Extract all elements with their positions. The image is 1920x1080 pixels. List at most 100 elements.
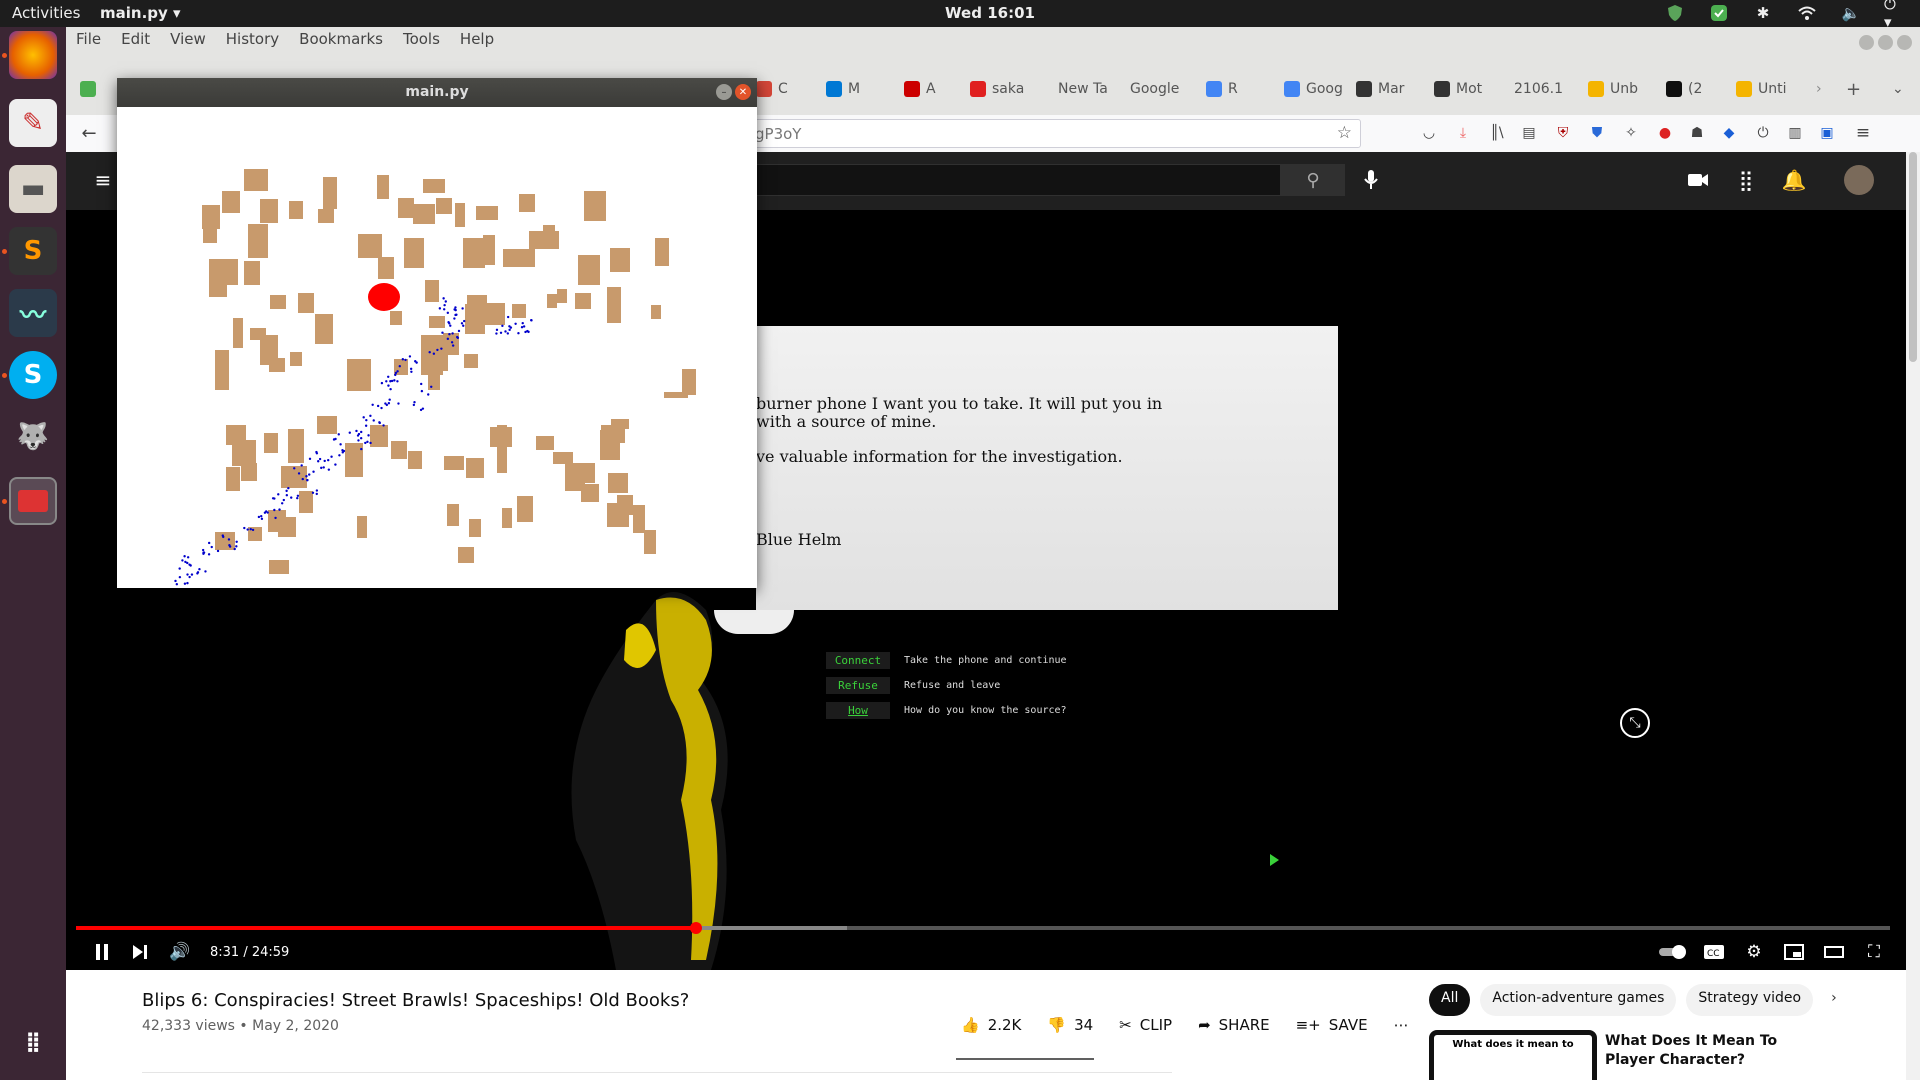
choice-how[interactable]: How How do you know the source?	[826, 700, 1067, 720]
tab[interactable]: R	[1206, 79, 1272, 99]
skype-icon[interactable]: S	[9, 351, 57, 399]
extension-power-icon[interactable]: ⏻	[1752, 122, 1774, 144]
clip-button[interactable]: ✂ CLIP	[1119, 1016, 1172, 1034]
more-actions-icon[interactable]: ⋯	[1394, 1016, 1409, 1034]
volume-icon[interactable]: 🔈	[1840, 3, 1862, 23]
star-icon[interactable]: ☆	[1337, 123, 1352, 143]
tab[interactable]: Unb	[1588, 79, 1654, 99]
tab[interactable]: A	[904, 79, 970, 99]
recommended-video[interactable]: What does it mean to What Does It Mean T…	[1429, 1030, 1909, 1080]
download-icon[interactable]: ⤓	[1452, 122, 1474, 144]
menu-view[interactable]: View	[170, 30, 206, 48]
guide-menu-icon[interactable]: ≡	[90, 167, 116, 193]
extension-box-icon[interactable]: ▣	[1816, 122, 1838, 144]
wifi-icon[interactable]	[1796, 3, 1818, 23]
menu-file[interactable]: File	[76, 30, 101, 48]
pocket-icon[interactable]: ◡	[1418, 122, 1440, 144]
tab[interactable]: C	[756, 79, 822, 99]
save-button[interactable]: ≡+ SAVE	[1296, 1016, 1368, 1034]
tab-scroll-right-icon[interactable]: ›	[1816, 79, 1822, 99]
sidebar-icon[interactable]: ▤	[1518, 122, 1540, 144]
tab[interactable]: (2	[1666, 79, 1732, 99]
firefox-icon[interactable]	[9, 31, 57, 79]
extension-icon[interactable]: ✧	[1620, 122, 1642, 144]
document-viewer-icon[interactable]: ✎	[9, 99, 57, 147]
minimize-button[interactable]: –	[716, 84, 732, 100]
share-button[interactable]: ➦ SHARE	[1198, 1016, 1270, 1034]
captions-icon[interactable]: CC	[1702, 941, 1726, 963]
simulation-canvas[interactable]	[117, 107, 757, 588]
tab[interactable]: Unti	[1736, 79, 1802, 99]
window-title[interactable]: main.py	[117, 78, 757, 107]
menu-bookmarks[interactable]: Bookmarks	[299, 30, 383, 48]
hamburger-menu-icon[interactable]: ≡	[1852, 122, 1874, 144]
activities-button[interactable]: Activities	[12, 4, 80, 22]
chevron-right-icon[interactable]: ›	[1823, 984, 1845, 1016]
microphone-icon[interactable]	[1358, 167, 1384, 193]
extension-bars-icon[interactable]: ▥	[1784, 122, 1806, 144]
fullscreen-icon[interactable]: ⛶	[1862, 941, 1886, 963]
power-icon[interactable]: ⏻ ▾	[1884, 0, 1906, 31]
dislike-button[interactable]: 👎 34	[1047, 1016, 1093, 1034]
chip-all[interactable]: All	[1429, 984, 1471, 1016]
choice-refuse[interactable]: Refuse Refuse and leave	[826, 675, 1067, 695]
tab[interactable]: New Ta	[1058, 79, 1124, 99]
scrollbar-thumb[interactable]	[1909, 152, 1917, 362]
new-tab-icon[interactable]: +	[1846, 79, 1861, 99]
system-monitor-icon[interactable]: 〰	[9, 289, 57, 337]
tab[interactable]: Mar	[1356, 79, 1422, 99]
sublime-text-icon[interactable]: S	[9, 227, 57, 275]
menu-help[interactable]: Help	[460, 30, 494, 48]
chip-strategy[interactable]: Strategy video	[1686, 984, 1814, 1016]
app-menu[interactable]: main.py ▾	[100, 4, 181, 22]
like-button[interactable]: 👍 2.2K	[961, 1016, 1021, 1034]
tab[interactable]: 2106.1	[1514, 79, 1580, 99]
privacy-badger-icon[interactable]: ⛊	[1586, 122, 1608, 144]
menu-edit[interactable]: Edit	[121, 30, 150, 48]
clock[interactable]: Wed 16:01	[940, 4, 1040, 22]
tab[interactable]: saka	[970, 79, 1036, 99]
next-icon[interactable]	[128, 941, 152, 963]
search-input[interactable]	[756, 164, 1281, 196]
close-button[interactable]	[1897, 35, 1912, 50]
create-video-icon[interactable]	[1685, 167, 1711, 193]
gimp-icon[interactable]: 🐺	[9, 413, 57, 461]
chip-action-adventure[interactable]: Action-adventure games	[1480, 984, 1677, 1016]
tab[interactable]: Google	[1130, 79, 1196, 99]
python-window-icon[interactable]	[9, 477, 57, 525]
theater-mode-icon[interactable]	[1822, 941, 1846, 963]
pause-icon[interactable]	[90, 941, 114, 963]
menu-tools[interactable]: Tools	[403, 30, 440, 48]
extension-blue-icon[interactable]: ◆	[1718, 122, 1740, 144]
shield-icon[interactable]	[1664, 3, 1686, 23]
menu-history[interactable]: History	[226, 30, 279, 48]
choice-connect[interactable]: Connect Take the phone and continue	[826, 650, 1067, 670]
miniplayer-icon[interactable]	[1782, 941, 1806, 963]
bluetooth-icon[interactable]: ✱	[1752, 3, 1774, 23]
notifications-bell-icon[interactable]: 🔔	[1781, 167, 1807, 193]
ublock-icon[interactable]: ⛨	[1552, 122, 1574, 144]
expand-icon[interactable]: ⤡	[1620, 708, 1650, 738]
volume-icon[interactable]: 🔊	[168, 941, 192, 963]
tab[interactable]: Goog	[1284, 79, 1350, 99]
progress-bar[interactable]	[76, 922, 1890, 934]
close-button[interactable]: ✕	[735, 84, 751, 100]
url-bar[interactable]: gP3oY ☆	[746, 119, 1361, 148]
minimize-button[interactable]	[1859, 35, 1874, 50]
tab[interactable]: Mot	[1434, 79, 1500, 99]
back-arrow-icon[interactable]: ←	[78, 122, 100, 144]
tab-list-icon[interactable]: ⌄	[1892, 79, 1904, 99]
files-icon[interactable]: ▬	[9, 165, 57, 213]
show-applications-icon[interactable]: ⣿	[9, 1017, 57, 1065]
check-icon[interactable]	[1708, 3, 1730, 23]
tab[interactable]: M	[826, 79, 892, 99]
library-icon[interactable]: ║\	[1486, 122, 1508, 144]
extension-person-icon[interactable]: ☗	[1686, 122, 1708, 144]
page-scrollbar[interactable]	[1906, 152, 1920, 1080]
avatar[interactable]	[1844, 165, 1874, 195]
tab-pinned[interactable]	[80, 79, 96, 99]
maximize-button[interactable]	[1878, 35, 1893, 50]
extension-d-icon[interactable]: ●	[1654, 122, 1676, 144]
apps-grid-icon[interactable]: ⣿	[1733, 167, 1759, 193]
settings-gear-icon[interactable]: ⚙	[1742, 941, 1766, 963]
